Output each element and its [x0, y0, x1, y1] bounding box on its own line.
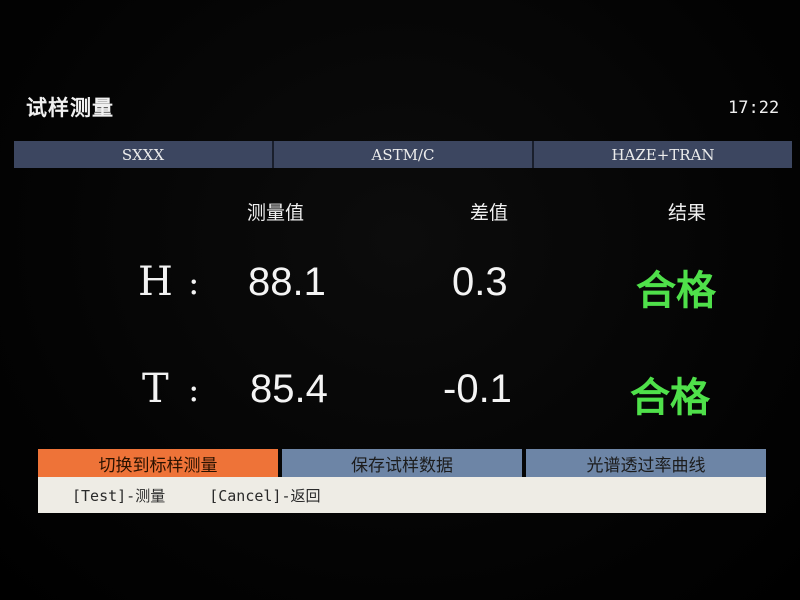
row-label-haze: H: [138, 259, 173, 305]
softkey-bar: 切换到标样测量 保存试样数据 光谱透过率曲线: [38, 449, 766, 477]
measure-mode: HAZE+TRAN: [611, 145, 715, 164]
key-hint-bar: [Test]-测量 [Cancel]-返回: [38, 477, 766, 513]
instrument-screen: 试样测量 17:22 SXXX ASTM/C HAZE+TRAN 测量值 差值 …: [0, 0, 800, 600]
save-sample-data-button[interactable]: 保存试样数据: [282, 449, 522, 477]
test-key-hint: [Test]-测量: [72, 486, 166, 505]
spectral-transmittance-curve-button[interactable]: 光谱透过率曲线: [526, 449, 766, 477]
info-bar: SXXX ASTM/C HAZE+TRAN: [14, 141, 792, 168]
row-label-transmittance: T: [142, 366, 169, 412]
column-header-result: 结果: [668, 202, 707, 224]
haze-difference-value: 0.3: [452, 260, 508, 304]
cancel-key-hint: [Cancel]-返回: [209, 486, 321, 505]
transmittance-result: 合格: [630, 375, 710, 421]
standard-name: ASTM/C: [274, 141, 534, 168]
switch-to-standard-button[interactable]: 切换到标样测量: [38, 449, 278, 477]
sample-name: SXXX: [14, 141, 274, 168]
column-header-difference: 差值: [470, 202, 509, 224]
haze-measured-value: 88.1: [248, 260, 326, 304]
column-header-measured: 测量值: [247, 202, 305, 224]
transmittance-measured-value: 85.4: [250, 367, 328, 411]
haze-result: 合格: [636, 268, 716, 314]
transmittance-difference-value: -0.1: [443, 367, 512, 411]
clock: 17:22: [728, 98, 780, 118]
row-separator: :: [188, 263, 200, 303]
row-separator: :: [188, 370, 200, 410]
screen-title: 试样测量: [26, 96, 114, 120]
